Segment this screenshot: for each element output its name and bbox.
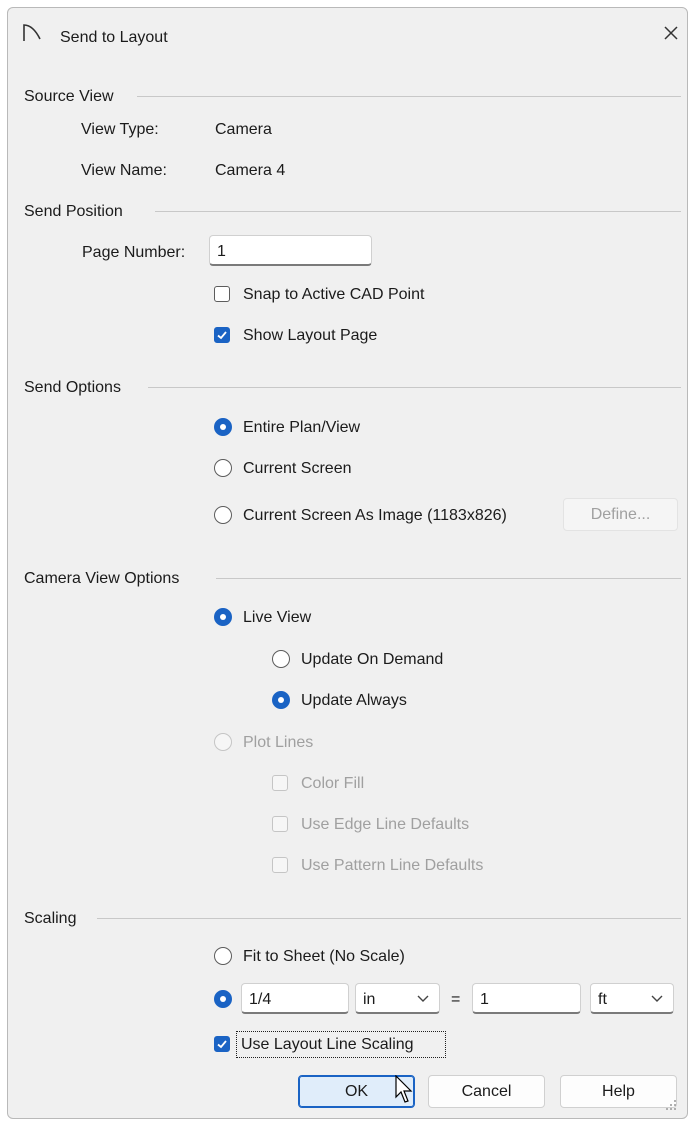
show-layout-page-checkbox[interactable]	[214, 327, 230, 343]
cancel-button[interactable]: Cancel	[428, 1075, 545, 1108]
color-fill-label: Color Fill	[301, 775, 365, 792]
section-divider	[97, 918, 681, 919]
update-always-radio[interactable]	[272, 691, 290, 709]
real-unit-value: ft	[598, 991, 607, 1008]
view-type-value: Camera	[215, 121, 272, 138]
edge-line-defaults-label: Use Edge Line Defaults	[301, 816, 470, 833]
view-name-label: View Name:	[81, 162, 167, 179]
update-on-demand-radio[interactable]	[272, 650, 290, 668]
section-divider	[216, 578, 681, 579]
layout-arc-icon	[22, 22, 42, 42]
help-button[interactable]: Help	[560, 1075, 677, 1108]
scale-value-input[interactable]: 1/4	[241, 983, 349, 1014]
page-number-label: Page Number:	[82, 244, 186, 261]
update-on-demand-label: Update On Demand	[301, 651, 444, 668]
plot-lines-radio[interactable]	[214, 733, 232, 751]
section-camera-view-options: Camera View Options	[24, 570, 180, 587]
color-fill-checkbox[interactable]	[272, 775, 288, 791]
view-name-value: Camera 4	[215, 162, 286, 179]
section-send-position: Send Position	[24, 203, 123, 220]
section-scaling: Scaling	[24, 910, 77, 927]
scale-unit-value: in	[363, 991, 376, 1008]
pattern-line-defaults-checkbox[interactable]	[272, 857, 288, 873]
section-divider	[137, 96, 681, 97]
current-screen-radio[interactable]	[214, 459, 232, 477]
fit-to-sheet-label: Fit to Sheet (No Scale)	[243, 948, 405, 965]
screen-as-image-radio[interactable]	[214, 506, 232, 524]
close-icon[interactable]	[660, 22, 682, 44]
entire-plan-radio[interactable]	[214, 418, 232, 436]
resize-grip-icon[interactable]	[664, 1098, 678, 1112]
chevron-down-icon	[651, 995, 663, 1002]
checkmark-icon	[217, 331, 227, 340]
update-always-label: Update Always	[301, 692, 407, 709]
section-source-view: Source View	[24, 88, 114, 105]
layout-line-scaling-label: Use Layout Line Scaling	[241, 1036, 414, 1053]
layout-line-scaling-checkbox[interactable]	[214, 1036, 230, 1052]
window-title: Send to Layout	[60, 29, 168, 46]
pattern-line-defaults-label: Use Pattern Line Defaults	[301, 857, 484, 874]
view-type-label: View Type:	[81, 121, 159, 138]
checkmark-icon	[217, 1040, 227, 1049]
snap-to-cad-point-label: Snap to Active CAD Point	[243, 286, 425, 303]
real-unit-select[interactable]: ft	[590, 983, 674, 1014]
chevron-down-icon	[417, 995, 429, 1002]
scale-unit-select[interactable]: in	[355, 983, 440, 1014]
edge-line-defaults-checkbox[interactable]	[272, 816, 288, 832]
snap-to-cad-point-checkbox[interactable]	[214, 286, 230, 302]
mouse-pointer-icon	[395, 1075, 413, 1103]
custom-scale-radio[interactable]	[214, 990, 232, 1008]
plot-lines-label: Plot Lines	[243, 734, 314, 751]
page-number-input[interactable]: 1	[209, 235, 372, 266]
real-value-input[interactable]: 1	[472, 983, 581, 1014]
section-divider	[155, 211, 681, 212]
current-screen-label: Current Screen	[243, 460, 352, 477]
section-divider	[148, 387, 681, 388]
entire-plan-label: Entire Plan/View	[243, 419, 361, 436]
live-view-radio[interactable]	[214, 608, 232, 626]
live-view-label: Live View	[243, 609, 312, 626]
title-bar: Send to Layout	[8, 8, 687, 58]
fit-to-sheet-radio[interactable]	[214, 947, 232, 965]
equals-sign: =	[451, 991, 461, 1008]
show-layout-page-label: Show Layout Page	[243, 327, 378, 344]
screen-as-image-label: Current Screen As Image (1183x826)	[243, 507, 507, 524]
define-button[interactable]: Define...	[563, 498, 678, 531]
section-send-options: Send Options	[24, 379, 121, 396]
